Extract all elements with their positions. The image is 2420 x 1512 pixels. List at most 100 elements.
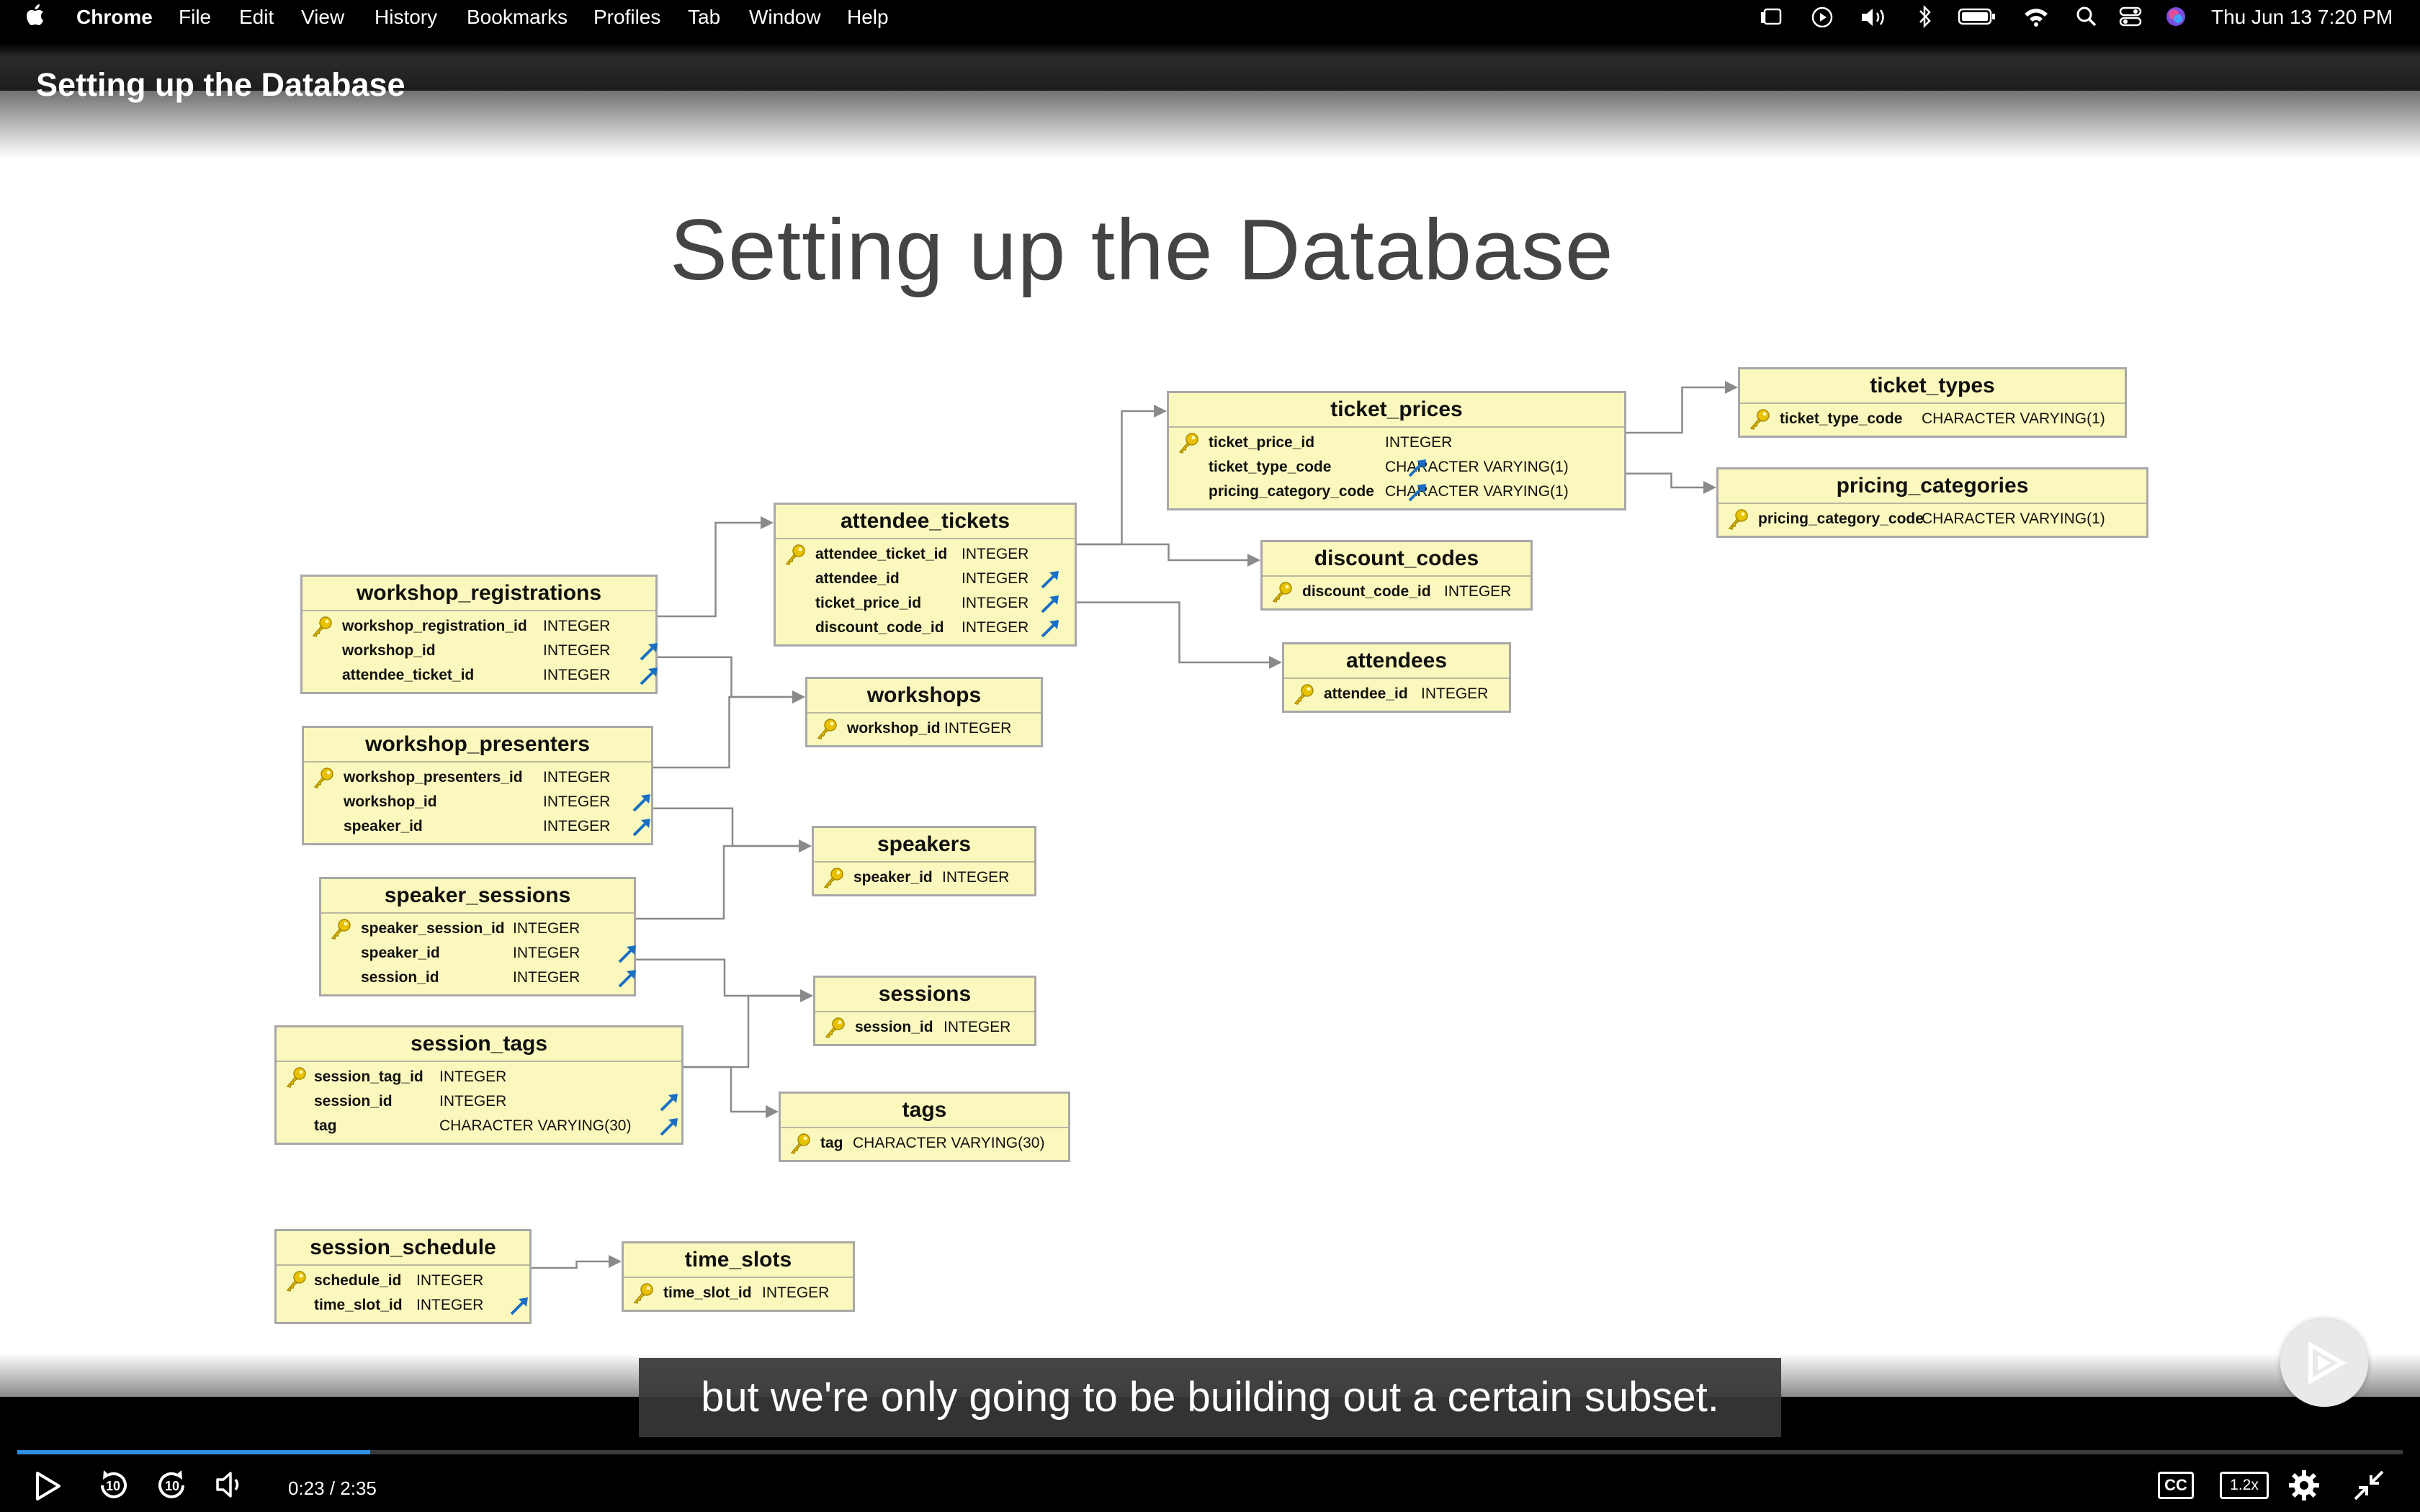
table-workshop-registrations: workshop_registrations workshop_registrat… bbox=[300, 575, 658, 694]
table-column-row: discount_code_id INTEGER bbox=[1263, 580, 1531, 604]
player-controls: 10 10 0:23 / 2:35 CC 1.2x bbox=[0, 1447, 2420, 1512]
column-name: workshop_presenters_id bbox=[344, 769, 523, 786]
column-type: CHARACTER VARYING(30) bbox=[439, 1117, 632, 1134]
column-name: session_tag_id bbox=[314, 1068, 424, 1085]
table-tags: tags tag CHARACTER VARYING(30) bbox=[779, 1092, 1070, 1162]
column-type: INTEGER bbox=[543, 618, 611, 634]
table-name: session_tags bbox=[277, 1027, 681, 1062]
primary-key-icon bbox=[1747, 407, 1772, 431]
foreign-key-icon bbox=[617, 942, 638, 964]
rewind-10-icon[interactable]: 10 bbox=[95, 1467, 131, 1507]
relation-connector bbox=[684, 1066, 768, 1113]
column-type: INTEGER bbox=[543, 667, 611, 683]
forward-10-icon[interactable]: 10 bbox=[154, 1467, 190, 1507]
table-name: session_schedule bbox=[277, 1231, 529, 1266]
table-column-row: tag CHARACTER VARYING(30) bbox=[277, 1114, 681, 1138]
relation-connector bbox=[1077, 543, 1250, 562]
table-attendee-tickets: attendee_tickets attendee_ticket_id INTEGE… bbox=[774, 503, 1077, 647]
column-type: CHARACTER VARYING(30) bbox=[853, 1135, 1045, 1151]
primary-key-icon bbox=[823, 1015, 847, 1040]
table-column-row: speaker_id INTEGER bbox=[321, 941, 636, 966]
table-name: speakers bbox=[814, 828, 1034, 863]
foreign-key-icon bbox=[1039, 617, 1061, 639]
table-workshops: workshops workshop_id INTEGER bbox=[805, 677, 1043, 747]
column-name: ticket_type_code bbox=[1780, 410, 1903, 427]
volume-icon[interactable] bbox=[215, 1469, 248, 1504]
column-name: time_slot_id bbox=[663, 1284, 752, 1301]
column-type: INTEGER bbox=[762, 1284, 830, 1301]
table-column-row: speaker_session_id INTEGER bbox=[321, 917, 634, 941]
table-time-slots: time_slots time_slot_id INTEGER bbox=[622, 1241, 855, 1312]
relation-connector bbox=[636, 845, 802, 920]
relation-arrowhead bbox=[761, 516, 774, 529]
primary-key-icon bbox=[284, 1269, 308, 1293]
column-name: tag bbox=[314, 1117, 337, 1134]
column-name: attendee_ticket_id bbox=[815, 546, 948, 562]
foreign-key-icon bbox=[631, 816, 653, 837]
table-ticket-prices: ticket_prices ticket_price_id INTEGER ticke… bbox=[1167, 391, 1626, 510]
exit-fullscreen-icon[interactable] bbox=[2352, 1469, 2385, 1506]
column-name: pricing_category_code bbox=[1758, 510, 1924, 527]
column-name: attendee_id bbox=[1324, 685, 1408, 702]
play-icon[interactable] bbox=[33, 1470, 62, 1506]
column-type: INTEGER bbox=[416, 1297, 484, 1313]
table-name: ticket_types bbox=[1740, 369, 2125, 404]
column-name: workshop_id bbox=[344, 793, 437, 810]
table-column-row: tag CHARACTER VARYING(30) bbox=[781, 1131, 1068, 1156]
table-discount-codes: discount_codes discount_code_id INTEGER bbox=[1260, 540, 1533, 611]
table-name: ticket_prices bbox=[1169, 393, 1624, 428]
primary-key-icon bbox=[1270, 580, 1294, 604]
relation-connector bbox=[1626, 386, 1728, 434]
closed-captions-button[interactable]: CC bbox=[2158, 1472, 2194, 1499]
foreign-key-icon bbox=[1407, 456, 1428, 478]
table-sessions: sessions session_id INTEGER bbox=[813, 976, 1036, 1046]
closed-caption: but we're only going to be building out … bbox=[639, 1358, 1781, 1437]
column-name: discount_code_id bbox=[1302, 583, 1431, 600]
column-name: ticket_price_id bbox=[815, 595, 922, 611]
column-type: INTEGER bbox=[513, 920, 581, 937]
table-pricing-categories: pricing_categories pricing_category_code C… bbox=[1716, 467, 2148, 538]
table-column-row: schedule_id INTEGER bbox=[277, 1269, 529, 1293]
svg-text:10: 10 bbox=[165, 1479, 179, 1493]
column-type: INTEGER bbox=[439, 1093, 507, 1110]
column-type: INTEGER bbox=[962, 546, 1029, 562]
table-column-row: workshop_id INTEGER bbox=[304, 790, 651, 814]
relation-arrowhead bbox=[609, 1255, 622, 1268]
table-column-row: session_tag_id INTEGER bbox=[277, 1065, 681, 1089]
column-type: INTEGER bbox=[962, 595, 1029, 611]
table-column-row: workshop_id INTEGER bbox=[807, 716, 1041, 741]
settings-gear-icon[interactable] bbox=[2287, 1469, 2321, 1506]
column-name: workshop_id bbox=[342, 642, 436, 659]
table-workshop-presenters: workshop_presenters workshop_presenters_i… bbox=[302, 726, 653, 845]
relation-arrowhead bbox=[1725, 381, 1738, 394]
primary-key-icon bbox=[284, 1065, 308, 1089]
relation-connector bbox=[532, 1260, 611, 1269]
time-display: 0:23 / 2:35 bbox=[288, 1477, 377, 1499]
primary-key-icon bbox=[631, 1281, 655, 1305]
table-column-row: session_id INTEGER bbox=[277, 1089, 681, 1114]
table-column-row: attendee_ticket_id INTEGER bbox=[776, 542, 1075, 567]
table-column-row: session_id INTEGER bbox=[321, 966, 636, 990]
column-type: INTEGER bbox=[439, 1068, 507, 1085]
relation-connector bbox=[1077, 601, 1272, 664]
foreign-key-icon bbox=[617, 967, 638, 989]
relation-connector bbox=[1626, 472, 1706, 489]
primary-key-icon bbox=[1176, 431, 1201, 455]
relation-connector bbox=[658, 521, 763, 618]
relation-connector bbox=[684, 994, 803, 1068]
primary-key-icon bbox=[328, 917, 353, 941]
column-name: session_id bbox=[314, 1093, 393, 1110]
table-column-row: speaker_id INTEGER bbox=[814, 865, 1034, 890]
column-name: workshop_id bbox=[847, 720, 941, 737]
table-column-row: workshop_presenters_id INTEGER bbox=[304, 765, 651, 790]
relation-arrowhead bbox=[799, 840, 812, 852]
foreign-key-icon bbox=[508, 1295, 530, 1316]
table-name: sessions bbox=[815, 978, 1034, 1012]
progress-fill bbox=[17, 1450, 371, 1454]
pluralsight-play-badge[interactable] bbox=[2280, 1319, 2368, 1407]
progress-bar[interactable] bbox=[17, 1450, 2403, 1454]
table-column-row: speaker_id INTEGER bbox=[304, 814, 651, 839]
foreign-key-icon bbox=[1039, 593, 1061, 614]
playback-speed-button[interactable]: 1.2x bbox=[2220, 1472, 2269, 1499]
table-name: discount_codes bbox=[1263, 542, 1531, 577]
